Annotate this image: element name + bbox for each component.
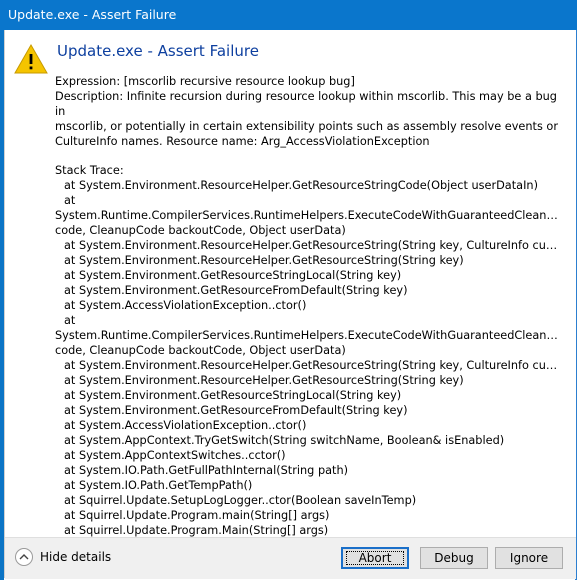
window-title: Update.exe - Assert Failure [8,7,177,22]
toggle-details-button[interactable] [15,548,33,566]
ignore-button[interactable]: Ignore [495,547,563,569]
stack-trace-line: System.Runtime.CompilerServices.RuntimeH… [55,209,560,222]
stack-trace-line: at System.Environment.ResourceHelper.Get… [64,254,464,267]
description-line: Description: Infinite recursion during r… [55,90,557,118]
stack-trace-line: code, CleanupCode backoutCode, Object us… [55,344,346,357]
stack-trace-line: at System.Environment.ResourceHelper.Get… [64,239,560,252]
stack-trace-line: at System.Environment.GetResourceStringL… [64,389,402,402]
stack-trace-line: at [64,314,76,327]
stack-trace-line: at System.Environment.GetResourceFromDef… [64,284,408,297]
stack-trace-line: System.Runtime.CompilerServices.RuntimeH… [55,329,560,342]
ignore-label: Ignore [509,551,549,565]
stack-trace-line: at Squirrel.Update.Program.Main(String[]… [64,524,329,537]
stack-trace-line: at System.Environment.ResourceHelper.Get… [64,179,538,192]
stack-trace-line: at System.Environment.GetResourceFromDef… [64,404,408,417]
stack-trace-line: at System.AccessViolationException..ctor… [64,419,307,432]
stack-trace-line: code, CleanupCode backoutCode, Object us… [55,224,346,237]
title-bar[interactable]: Update.exe - Assert Failure [0,0,577,30]
description-line: mscorlib, or potentially in certain exte… [55,120,558,133]
stack-trace-line: at System.IO.Path.GetTempPath() [64,479,253,492]
stack-trace-line: at System.AppContext.TryGetSwitch(String… [64,434,505,447]
chevron-up-icon [19,554,29,560]
description-line: CultureInfo names. Resource name: Arg_Ac… [55,135,430,148]
expression-text: Expression: [mscorlib recursive resource… [55,75,355,88]
hide-details-link[interactable]: Hide details [40,550,111,564]
stack-trace-line: at System.IO.Path.GetFullPathInternal(St… [64,464,349,477]
stack-trace-line: at Squirrel.Update.SetupLogLogger..ctor(… [64,494,417,507]
stack-trace-line: at System.Environment.ResourceHelper.Get… [64,359,560,372]
warning-triangle-icon [14,44,48,74]
stack-trace-line: at Squirrel.Update.Program.main(String[]… [64,509,330,522]
abort-button[interactable]: Abort [341,547,409,569]
stack-trace-line: at [64,194,76,207]
stack-trace-line: at System.Environment.GetResourceStringL… [64,269,402,282]
stack-trace-line: at System.AppContextSwitches..cctor() [64,449,286,462]
stack-trace-line: at System.Environment.ResourceHelper.Get… [64,374,464,387]
stack-trace-line: at System.AccessViolationException..ctor… [64,299,307,312]
dialog-heading: Update.exe - Assert Failure [57,42,259,60]
stack-trace-header: Stack Trace: [55,164,124,177]
assert-dialog: Update.exe - Assert Failure Expression: … [4,30,576,579]
stack-trace: at System.Environment.ResourceHelper.Get… [55,178,560,538]
debug-button[interactable]: Debug [420,547,488,569]
debug-label: Debug [434,551,474,565]
message-content: Expression: [mscorlib recursive resource… [55,74,560,538]
focus-rectangle [346,551,404,565]
dialog-footer: Hide details Abort Debug Ignore [5,537,576,579]
